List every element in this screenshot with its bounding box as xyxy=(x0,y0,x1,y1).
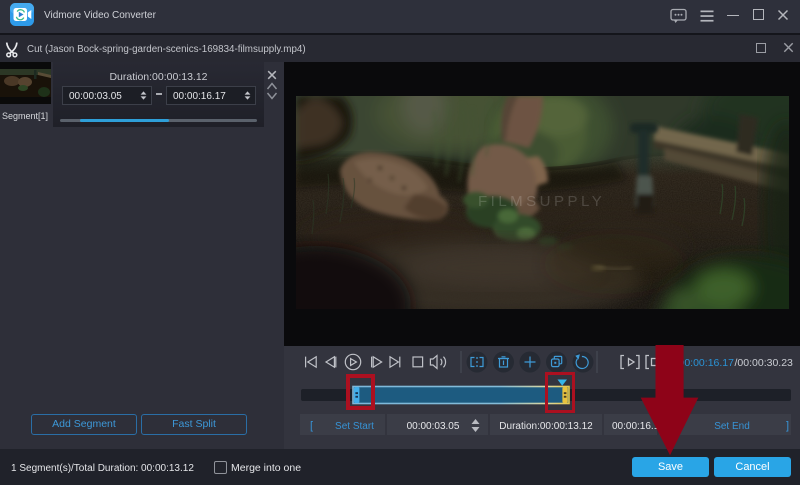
svg-text:/00:00:30.23: /00:00:30.23 xyxy=(735,357,794,369)
svg-text:FILMSUPPLY: FILMSUPPLY xyxy=(478,193,605,210)
